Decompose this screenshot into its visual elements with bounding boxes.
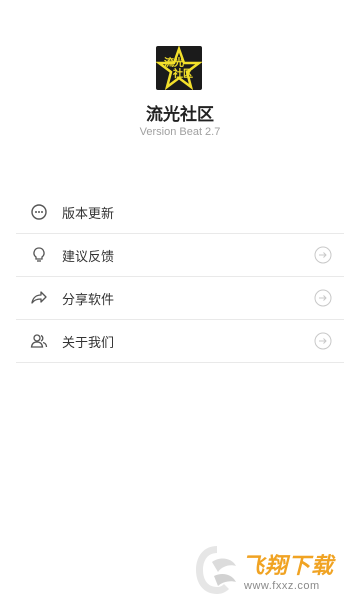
app-header: 流光 社区 流光社区 Version Beat 2.7 — [0, 0, 360, 190]
app-name: 流光社区 — [146, 105, 214, 125]
settings-menu: 版本更新 建议反馈 分享软件 关于我们 — [16, 191, 344, 363]
watermark-url: www.fxxz.com — [244, 580, 320, 592]
watermark-title: 飞翔下载 — [242, 554, 335, 579]
watermark-logo-icon — [196, 546, 236, 594]
app-logo: 流光 社区 — [156, 46, 202, 90]
watermark: 飞翔下载 www.fxxz.com — [192, 540, 360, 600]
arrow-right-circle-icon — [314, 246, 332, 264]
menu-item-label: 版本更新 — [62, 206, 115, 222]
menu-item-label: 关于我们 — [62, 335, 115, 351]
menu-item-label: 建议反馈 — [62, 249, 115, 265]
version-text: Version Beat 2.7 — [139, 126, 221, 138]
share-arrow-icon — [28, 287, 50, 309]
arrow-right-circle-icon — [314, 332, 332, 350]
logo-text-line1: 流光 — [164, 58, 184, 69]
lightbulb-icon — [28, 244, 50, 266]
logo-text-line2: 社区 — [173, 69, 193, 80]
menu-item-about[interactable]: 关于我们 — [16, 320, 344, 363]
arrow-right-circle-icon — [314, 289, 332, 307]
menu-item-share[interactable]: 分享软件 — [16, 277, 344, 320]
menu-item-label: 分享软件 — [62, 292, 115, 308]
menu-item-version-update[interactable]: 版本更新 — [16, 191, 344, 234]
users-icon — [28, 330, 50, 352]
chat-bubble-icon — [28, 201, 50, 223]
menu-item-feedback[interactable]: 建议反馈 — [16, 234, 344, 277]
